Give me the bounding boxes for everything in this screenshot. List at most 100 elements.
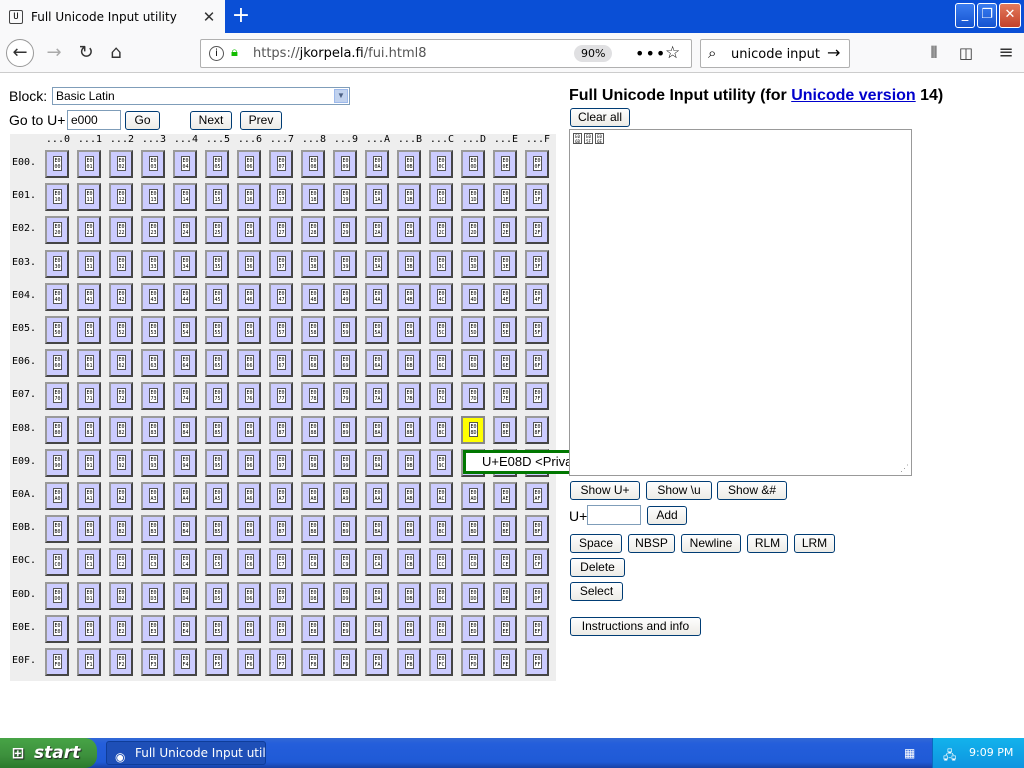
char-cell[interactable]: E0 F6	[237, 648, 261, 676]
char-cell[interactable]: E0 8E	[493, 415, 517, 444]
char-cell[interactable]: E0 0E	[493, 150, 517, 178]
char-cell[interactable]: E0 EA	[365, 614, 389, 643]
char-cell[interactable]: E0 24	[173, 216, 197, 245]
char-cell[interactable]: E0 9B	[397, 448, 421, 477]
char-cell[interactable]: E0 E5	[205, 614, 229, 643]
char-cell[interactable]: E0 17	[269, 183, 293, 212]
char-cell[interactable]: E0 A4	[173, 482, 197, 510]
char-cell[interactable]: E0 D5	[205, 581, 229, 610]
char-cell[interactable]: E0 69	[333, 349, 357, 378]
char-cell[interactable]: E0 FE	[493, 648, 517, 676]
char-cell[interactable]: E0 DB	[397, 581, 421, 610]
char-cell[interactable]: E0 7E	[493, 382, 517, 411]
char-cell[interactable]: E0 35	[205, 249, 229, 278]
char-cell[interactable]: E0 08	[301, 150, 325, 178]
char-cell[interactable]: E0 81	[77, 415, 101, 444]
char-cell[interactable]: E0 4E	[493, 282, 517, 311]
char-cell[interactable]: E0 C2	[109, 548, 133, 577]
char-cell[interactable]: E0 91	[77, 448, 101, 477]
char-cell[interactable]: E0 5C	[429, 316, 453, 344]
char-cell[interactable]: E0 F7	[269, 648, 293, 676]
zoom-badge[interactable]: 90%	[574, 45, 613, 62]
char-cell[interactable]: E0 27	[269, 216, 293, 245]
char-cell[interactable]: E0 D4	[173, 581, 197, 610]
char-cell[interactable]: E0 B5	[205, 515, 229, 544]
char-cell[interactable]: E0 8A	[365, 415, 389, 444]
char-cell[interactable]: E0 93	[141, 448, 165, 477]
char-cell[interactable]: E0 63	[141, 349, 165, 378]
char-cell[interactable]: E0 A0	[45, 482, 69, 510]
char-cell[interactable]: E0 4D	[461, 282, 485, 311]
char-cell[interactable]: E0 94	[173, 448, 197, 477]
char-cell[interactable]: E0 59	[333, 316, 357, 344]
char-cell[interactable]: E0 F4	[173, 648, 197, 676]
char-cell[interactable]: E0 D8	[301, 581, 325, 610]
char-cell[interactable]: E0 E8	[301, 614, 325, 643]
char-cell[interactable]: E0 0A	[365, 150, 389, 178]
char-cell[interactable]: E0 AE	[493, 482, 517, 510]
forward-icon[interactable]: →	[40, 39, 68, 67]
char-cell[interactable]: E0 EF	[525, 614, 549, 643]
char-cell[interactable]: E0 B3	[141, 515, 165, 544]
lrm-button[interactable]: LRM	[794, 534, 835, 553]
char-cell[interactable]: E0 C3	[141, 548, 165, 577]
char-cell[interactable]: E0 09	[333, 150, 357, 178]
char-cell[interactable]: E0 F0	[45, 648, 69, 676]
char-cell[interactable]: E0 AC	[429, 482, 453, 510]
char-cell[interactable]: E0 53	[141, 316, 165, 344]
add-button[interactable]: Add	[647, 506, 687, 525]
char-cell[interactable]: E0 C9	[333, 548, 357, 577]
char-cell[interactable]: E0 1C	[429, 183, 453, 212]
char-cell[interactable]: E0 12	[109, 183, 133, 212]
char-cell[interactable]: E0 DC	[429, 581, 453, 610]
char-cell[interactable]: E0 CA	[365, 548, 389, 577]
char-cell[interactable]: E0 4C	[429, 282, 453, 311]
char-cell[interactable]: E0 D2	[109, 581, 133, 610]
char-cell[interactable]: E0 8C	[429, 415, 453, 444]
char-cell[interactable]: E0 62	[109, 349, 133, 378]
char-cell[interactable]: E0 07	[269, 150, 293, 178]
char-cell[interactable]: E0 98	[301, 448, 325, 477]
char-cell[interactable]: E0 B0	[45, 515, 69, 544]
char-cell[interactable]: E0 65	[205, 349, 229, 378]
char-cell[interactable]: E0 76	[237, 382, 261, 411]
char-cell[interactable]: E0 68	[301, 349, 325, 378]
char-cell[interactable]: E0 F3	[141, 648, 165, 676]
char-cell[interactable]: E0 B6	[237, 515, 261, 544]
char-cell[interactable]: E0 9C	[429, 448, 453, 477]
char-cell[interactable]: E0 A8	[301, 482, 325, 510]
char-cell[interactable]: E0 BC	[429, 515, 453, 544]
char-cell[interactable]: E0 14	[173, 183, 197, 212]
char-cell[interactable]: E0 43	[141, 282, 165, 311]
instructions-button[interactable]: Instructions and info	[570, 617, 701, 636]
char-cell[interactable]: E0 05	[205, 150, 229, 178]
char-cell[interactable]: E0 23	[141, 216, 165, 245]
char-cell[interactable]: E0 DF	[525, 581, 549, 610]
char-cell[interactable]: E0 50	[45, 316, 69, 344]
char-cell[interactable]: E0 0D	[461, 150, 485, 178]
char-cell[interactable]: E0 34	[173, 249, 197, 278]
menu-icon[interactable]: ≡	[992, 39, 1020, 67]
unicode-version-link[interactable]: Unicode version	[791, 87, 915, 104]
char-cell[interactable]: E0 78	[301, 382, 325, 411]
char-cell[interactable]: E0 97	[269, 448, 293, 477]
char-cell[interactable]: E0 7B	[397, 382, 421, 411]
char-cell[interactable]: E0 15	[205, 183, 229, 212]
char-cell[interactable]: E0 E2	[109, 614, 133, 643]
char-cell[interactable]: E0 3C	[429, 249, 453, 278]
char-cell[interactable]: E0 3E	[493, 249, 517, 278]
goto-input[interactable]: e000	[67, 110, 121, 130]
char-cell[interactable]: E0 13	[141, 183, 165, 212]
tab-active[interactable]: U Full Unicode Input utility ✕	[0, 0, 225, 33]
char-cell[interactable]: E0 55	[205, 316, 229, 344]
network-icon[interactable]: 🖧︎	[943, 746, 956, 767]
char-cell[interactable]: E0 75	[205, 382, 229, 411]
char-cell[interactable]: E0 E4	[173, 614, 197, 643]
chevron-down-icon[interactable]: ▼	[334, 89, 348, 103]
char-cell[interactable]: E0 5A	[365, 316, 389, 344]
char-cell[interactable]: E0 19	[333, 183, 357, 212]
char-cell[interactable]: E0 A1	[77, 482, 101, 510]
search-go-icon[interactable]: →	[827, 43, 840, 62]
char-cell[interactable]: E0 2A	[365, 216, 389, 245]
char-cell[interactable]: E0 10	[45, 183, 69, 212]
